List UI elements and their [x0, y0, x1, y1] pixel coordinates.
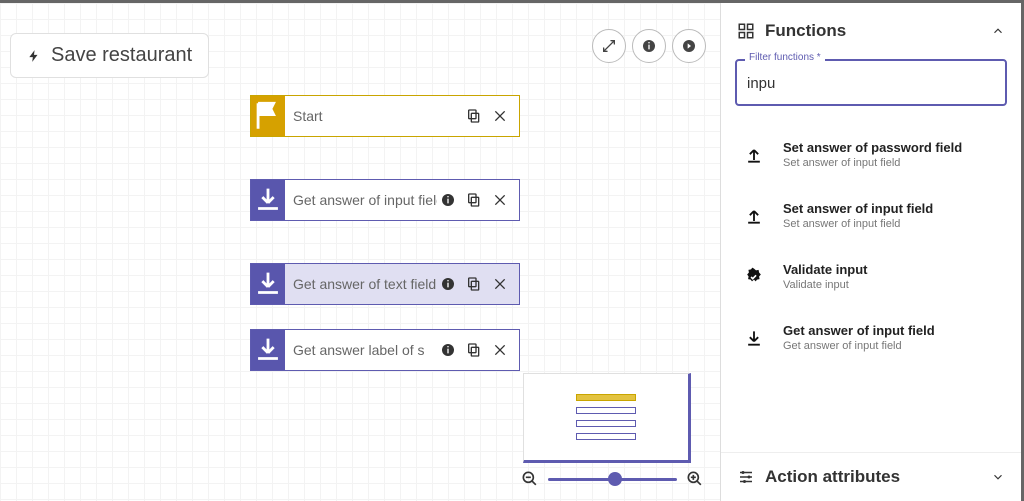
- download-icon: [251, 267, 285, 301]
- node-info-button[interactable]: [437, 339, 459, 361]
- zoom-in-button[interactable]: [685, 469, 705, 489]
- node-icon: [251, 96, 285, 136]
- filter-field-wrapper: Filter functions *: [735, 59, 1007, 106]
- minimap[interactable]: [523, 373, 691, 463]
- canvas-toolbar: [592, 29, 706, 63]
- node-icon: [251, 264, 285, 304]
- minimap-node: [576, 394, 636, 401]
- info-button[interactable]: [632, 29, 666, 63]
- node-get-text-answer[interactable]: Get answer of text field: [250, 263, 520, 305]
- function-subtitle: Set answer of input field: [783, 157, 962, 169]
- zoom-out-icon: [520, 469, 540, 489]
- functions-header[interactable]: Functions: [721, 3, 1021, 51]
- arrow-right-circle-icon: [681, 38, 697, 54]
- copy-icon: [466, 192, 482, 208]
- copy-icon: [466, 276, 482, 292]
- node-get-answer-label[interactable]: Get answer label of s: [250, 329, 520, 371]
- zoom-controls: [520, 469, 705, 489]
- filter-legend: Filter functions *: [745, 52, 825, 63]
- copy-icon: [466, 342, 482, 358]
- copy-button[interactable]: [463, 339, 485, 361]
- minimap-node: [576, 407, 636, 414]
- node-label: Get answer of text field: [285, 264, 437, 304]
- info-icon: [440, 342, 456, 358]
- function-item[interactable]: Validate input Validate input: [735, 246, 1007, 307]
- delete-button[interactable]: [489, 273, 511, 295]
- download-icon: [744, 328, 764, 348]
- copy-icon: [466, 108, 482, 124]
- close-icon: [492, 342, 508, 358]
- upload-icon: [744, 145, 764, 165]
- function-title: Set answer of input field: [783, 201, 933, 216]
- action-attributes-header[interactable]: Action attributes: [721, 452, 1021, 501]
- functions-title: Functions: [765, 21, 846, 41]
- node-get-input-answer[interactable]: Get answer of input field: [250, 179, 520, 221]
- functions-list: Set answer of password field Set answer …: [721, 124, 1021, 452]
- zoom-out-button[interactable]: [520, 469, 540, 489]
- right-panel: Functions Filter functions * Set answer …: [721, 3, 1021, 501]
- verified-icon: [744, 267, 764, 287]
- sliders-icon: [737, 468, 755, 486]
- delete-button[interactable]: [489, 189, 511, 211]
- close-icon: [492, 192, 508, 208]
- download-icon: [251, 333, 285, 367]
- function-subtitle: Get answer of input field: [783, 340, 935, 352]
- node-start[interactable]: Start: [250, 95, 520, 137]
- function-item[interactable]: Set answer of password field Set answer …: [735, 124, 1007, 185]
- node-info-button[interactable]: [437, 273, 459, 295]
- info-icon: [440, 276, 456, 292]
- node-icon: [251, 330, 285, 370]
- node-info-button[interactable]: [437, 189, 459, 211]
- minimap-node: [576, 433, 636, 440]
- function-item[interactable]: Set answer of input field Set answer of …: [735, 185, 1007, 246]
- grid-icon: [737, 22, 755, 40]
- delete-button[interactable]: [489, 339, 511, 361]
- info-icon: [641, 38, 657, 54]
- delete-button[interactable]: [489, 105, 511, 127]
- canvas[interactable]: Save restaurant Start Get answer of inpu…: [0, 3, 721, 501]
- expand-button[interactable]: [592, 29, 626, 63]
- copy-button[interactable]: [463, 189, 485, 211]
- node-label: Get answer label of s: [285, 330, 437, 370]
- chevron-down-icon: [991, 470, 1005, 484]
- flag-icon: [251, 99, 285, 133]
- zoom-thumb[interactable]: [608, 472, 622, 486]
- close-icon: [492, 276, 508, 292]
- upload-icon: [744, 206, 764, 226]
- minimap-node: [576, 420, 636, 427]
- function-item[interactable]: Get answer of input field Get answer of …: [735, 307, 1007, 368]
- info-icon: [440, 192, 456, 208]
- close-icon: [492, 108, 508, 124]
- download-icon: [251, 183, 285, 217]
- function-title: Set answer of password field: [783, 140, 962, 155]
- node-label: Get answer of input field: [285, 180, 437, 220]
- copy-button[interactable]: [463, 105, 485, 127]
- function-subtitle: Validate input: [783, 279, 868, 291]
- zoom-in-icon: [685, 469, 705, 489]
- function-subtitle: Set answer of input field: [783, 218, 933, 230]
- node-label: Start: [285, 96, 463, 136]
- expand-icon: [601, 38, 617, 54]
- function-title: Get answer of input field: [783, 323, 935, 338]
- copy-button[interactable]: [463, 273, 485, 295]
- function-title: Validate input: [783, 262, 868, 277]
- run-button[interactable]: [672, 29, 706, 63]
- node-icon: [251, 180, 285, 220]
- workflow-title-label: Save restaurant: [51, 44, 192, 67]
- workflow-title-chip[interactable]: Save restaurant: [10, 33, 209, 78]
- zoom-slider[interactable]: [548, 478, 677, 481]
- bolt-icon: [27, 46, 41, 66]
- filter-functions-input[interactable]: [735, 59, 1007, 106]
- action-attributes-title: Action attributes: [765, 467, 900, 487]
- chevron-up-icon: [991, 24, 1005, 38]
